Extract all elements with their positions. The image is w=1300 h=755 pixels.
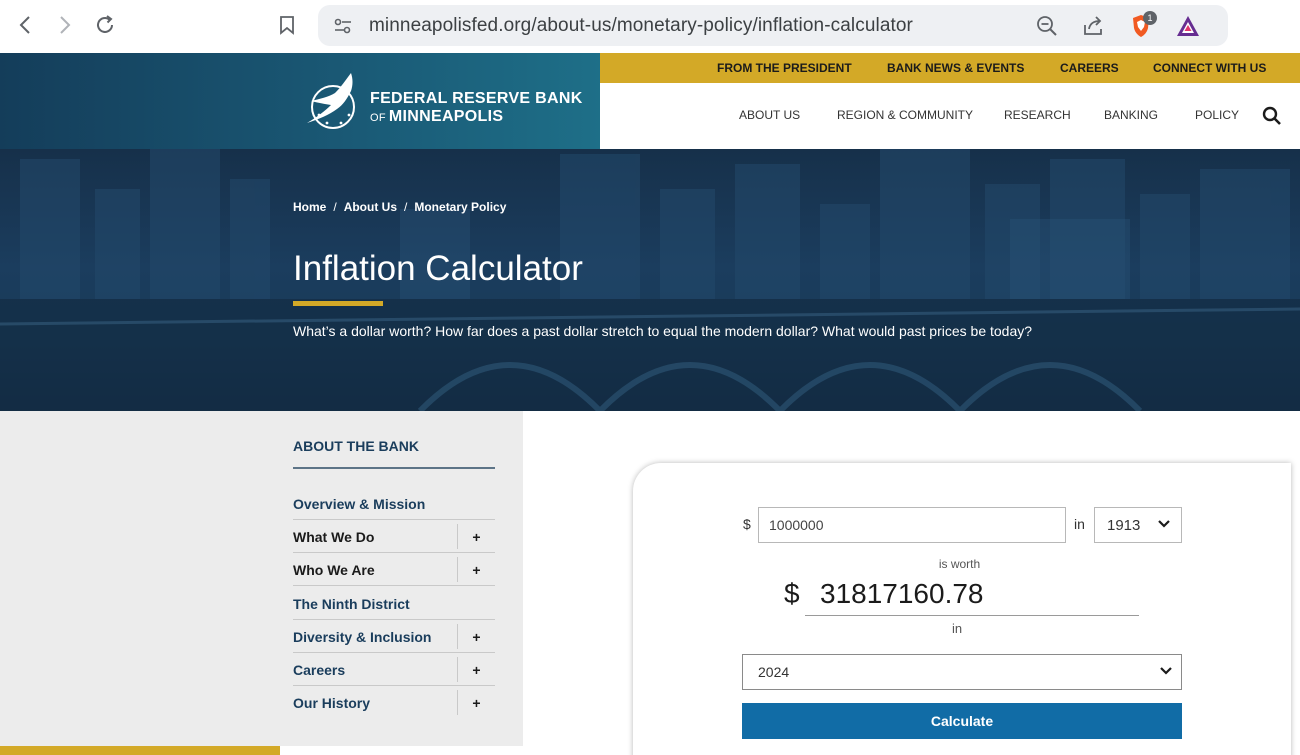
breadcrumb-about-us[interactable]: About Us bbox=[344, 200, 397, 214]
inflation-calculator-card: $ in 1913 is worth $ 31817160.78 in 2024… bbox=[633, 463, 1291, 755]
breadcrumb-separator: / bbox=[333, 200, 337, 214]
sidebar-item-label[interactable]: Overview & Mission bbox=[293, 496, 425, 512]
url-text[interactable]: minneapolisfed.org/about-us/monetary-pol… bbox=[369, 15, 913, 37]
hero-banner: Home / About Us / Monetary Policy Inflation … bbox=[0, 149, 1300, 411]
to-year-value: 2024 bbox=[758, 664, 790, 680]
site-header: FEDERAL RESERVE BANK OF MINNEAPOLIS FROM … bbox=[0, 53, 1300, 162]
logo-line2-main: MINNEAPOLIS bbox=[388, 108, 504, 125]
brave-rewards-icon[interactable] bbox=[1175, 13, 1201, 39]
address-bar[interactable]: minneapolisfed.org/about-us/monetary-pol… bbox=[318, 5, 1228, 46]
from-year-select[interactable]: 1913 bbox=[1094, 507, 1182, 543]
nav-connect-with-us[interactable]: CONNECT WITH US bbox=[1153, 61, 1266, 75]
nav-bank-news-events[interactable]: BANK NEWS & EVENTS bbox=[887, 61, 1024, 75]
page-subtitle: What’s a dollar worth? How far does a pa… bbox=[293, 323, 1033, 339]
nav-from-the-president[interactable]: FROM THE PRESIDENT bbox=[717, 61, 852, 75]
expand-icon[interactable]: + bbox=[457, 657, 495, 682]
forward-icon[interactable] bbox=[50, 10, 80, 40]
utility-nav: FROM THE PRESIDENT BANK NEWS & EVENTS CA… bbox=[600, 53, 1300, 83]
brave-shields-icon[interactable]: 1 bbox=[1128, 11, 1157, 39]
sidebar-item-ninth-district[interactable]: The Ninth District bbox=[293, 587, 495, 620]
chevron-down-icon bbox=[1160, 667, 1172, 675]
nav-policy[interactable]: POLICY bbox=[1195, 108, 1239, 122]
sidebar-item-label[interactable]: Who We Are bbox=[293, 562, 375, 578]
sidebar-item-label[interactable]: Diversity & Inclusion bbox=[293, 629, 431, 645]
sidebar-item-diversity-inclusion[interactable]: Diversity & Inclusion + bbox=[293, 620, 495, 653]
page-title: Inflation Calculator bbox=[293, 249, 583, 288]
nav-research[interactable]: RESEARCH bbox=[1004, 108, 1071, 122]
in-label: in bbox=[952, 621, 963, 636]
nav-region-community[interactable]: REGION & COMMUNITY bbox=[837, 108, 973, 122]
breadcrumb: Home / About Us / Monetary Policy bbox=[293, 200, 506, 214]
breadcrumb-monetary-policy[interactable]: Monetary Policy bbox=[414, 200, 506, 214]
breadcrumb-home[interactable]: Home bbox=[293, 200, 326, 214]
to-year-select[interactable]: 2024 bbox=[742, 654, 1182, 690]
nav-about-us[interactable]: ABOUT US bbox=[739, 108, 800, 122]
sidebar-item-label[interactable]: Careers bbox=[293, 662, 345, 678]
sidebar-item-our-history[interactable]: Our History + bbox=[293, 686, 495, 719]
from-year-value: 1913 bbox=[1107, 517, 1141, 534]
sidebar-title-divider bbox=[293, 467, 495, 469]
expand-icon[interactable]: + bbox=[457, 690, 495, 715]
site-settings-icon[interactable] bbox=[330, 13, 356, 39]
logo-line2: OF MINNEAPOLIS bbox=[370, 108, 503, 126]
footer-accent-bar bbox=[0, 746, 280, 755]
nav-banking[interactable]: BANKING bbox=[1104, 108, 1158, 122]
nav-careers-top[interactable]: CAREERS bbox=[1060, 61, 1119, 75]
title-underline bbox=[293, 301, 383, 306]
is-worth-label: is worth bbox=[938, 557, 981, 571]
zoom-out-icon[interactable] bbox=[1034, 13, 1060, 39]
sidebar-item-what-we-do[interactable]: What We Do + bbox=[293, 520, 495, 553]
eagle-seal-icon bbox=[307, 73, 355, 129]
shields-badge: 1 bbox=[1143, 11, 1157, 25]
result-currency-symbol: $ bbox=[784, 578, 800, 609]
sidebar-item-overview-mission[interactable]: Overview & Mission bbox=[293, 487, 495, 520]
logo-line1: FEDERAL RESERVE BANK bbox=[370, 90, 583, 107]
result-value: 31817160.78 bbox=[820, 578, 984, 609]
expand-icon[interactable]: + bbox=[457, 524, 495, 549]
sidebar-item-label[interactable]: What We Do bbox=[293, 529, 374, 545]
bookmark-icon[interactable] bbox=[272, 10, 302, 40]
sidebar-item-label[interactable]: Our History bbox=[293, 695, 370, 711]
sidebar-item-careers[interactable]: Careers + bbox=[293, 653, 495, 686]
site-logo[interactable]: FEDERAL RESERVE BANK OF MINNEAPOLIS bbox=[0, 53, 600, 162]
reload-icon[interactable] bbox=[90, 10, 120, 40]
share-icon[interactable] bbox=[1080, 13, 1106, 39]
browser-toolbar: minneapolisfed.org/about-us/monetary-pol… bbox=[0, 0, 1300, 53]
back-icon[interactable] bbox=[10, 10, 40, 40]
currency-symbol: $ bbox=[743, 516, 751, 532]
sidebar: ABOUT THE BANK Overview & Mission What W… bbox=[0, 411, 523, 746]
city-skyline-image bbox=[0, 149, 1300, 411]
result-underline bbox=[805, 615, 1139, 616]
sidebar-title[interactable]: ABOUT THE BANK bbox=[293, 438, 419, 454]
search-icon[interactable] bbox=[1262, 106, 1282, 126]
main-nav: ABOUT US REGION & COMMUNITY RESEARCH BAN… bbox=[600, 83, 1300, 149]
calculate-button[interactable]: Calculate bbox=[742, 703, 1182, 739]
expand-icon[interactable]: + bbox=[457, 557, 495, 582]
breadcrumb-separator: / bbox=[404, 200, 408, 214]
expand-icon[interactable]: + bbox=[457, 624, 495, 649]
chevron-down-icon bbox=[1158, 520, 1170, 528]
in-label: in bbox=[1074, 516, 1085, 532]
sidebar-item-label[interactable]: The Ninth District bbox=[293, 596, 410, 612]
logo-line2-prefix: OF bbox=[370, 112, 386, 124]
sidebar-item-who-we-are[interactable]: Who We Are + bbox=[293, 553, 495, 586]
amount-input[interactable] bbox=[758, 507, 1066, 543]
